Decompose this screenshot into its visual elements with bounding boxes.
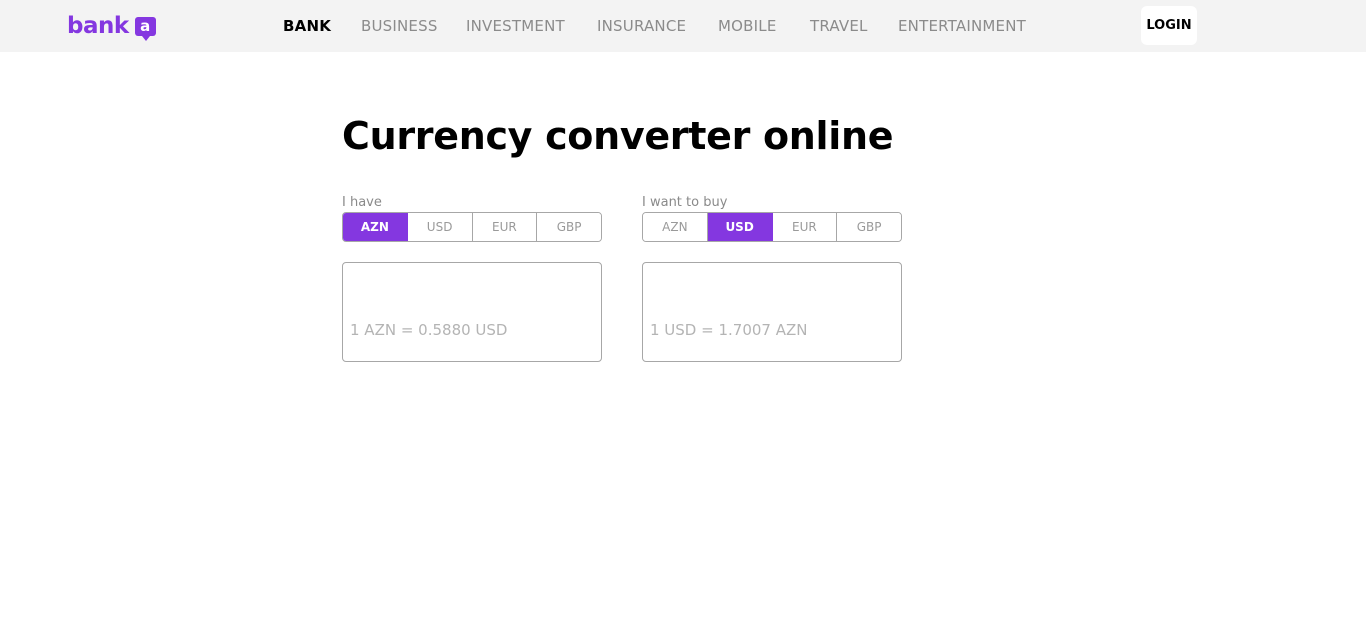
- buy-currency-azn[interactable]: AZN: [643, 213, 708, 241]
- have-currency-gbp[interactable]: GBP: [537, 213, 601, 241]
- nav-item-travel[interactable]: TRAVEL: [810, 17, 868, 35]
- nav-item-business[interactable]: BUSINESS: [361, 17, 438, 35]
- buy-column: I want to buy AZN USD EUR GBP 1 USD = 1.…: [642, 195, 902, 362]
- buy-currency-selector: AZN USD EUR GBP: [642, 212, 902, 242]
- have-currency-usd[interactable]: USD: [407, 213, 473, 241]
- nav-item-bank[interactable]: BANK: [283, 17, 331, 35]
- buy-currency-gbp[interactable]: GBP: [837, 213, 901, 241]
- have-rate-text: 1 AZN = 0.5880 USD: [350, 321, 508, 339]
- have-amount-box[interactable]: 1 AZN = 0.5880 USD: [342, 262, 602, 362]
- nav-item-insurance[interactable]: INSURANCE: [597, 17, 686, 35]
- buy-amount-input[interactable]: [650, 277, 894, 307]
- have-currency-eur[interactable]: EUR: [472, 213, 538, 241]
- page-title: Currency converter online: [342, 114, 894, 158]
- nav-item-investment[interactable]: INVESTMENT: [466, 17, 565, 35]
- top-navigation-bar: bank a BANK BUSINESS INVESTMENT INSURANC…: [0, 0, 1366, 52]
- have-currency-azn[interactable]: AZN: [343, 213, 408, 241]
- nav-item-entertainment[interactable]: ENTERTAINMENT: [898, 17, 1026, 35]
- have-column: I have AZN USD EUR GBP 1 AZN = 0.5880 US…: [342, 195, 602, 362]
- buy-amount-box[interactable]: 1 USD = 1.7007 AZN: [642, 262, 902, 362]
- have-currency-selector: AZN USD EUR GBP: [342, 212, 602, 242]
- have-amount-input[interactable]: [350, 277, 594, 307]
- buy-currency-eur[interactable]: EUR: [772, 213, 838, 241]
- have-label: I have: [342, 195, 382, 210]
- buy-label: I want to buy: [642, 195, 728, 210]
- buy-rate-text: 1 USD = 1.7007 AZN: [650, 321, 808, 339]
- buy-currency-usd[interactable]: USD: [707, 213, 773, 241]
- nav-item-mobile[interactable]: MOBILE: [718, 17, 777, 35]
- login-button[interactable]: LOGIN: [1141, 6, 1197, 45]
